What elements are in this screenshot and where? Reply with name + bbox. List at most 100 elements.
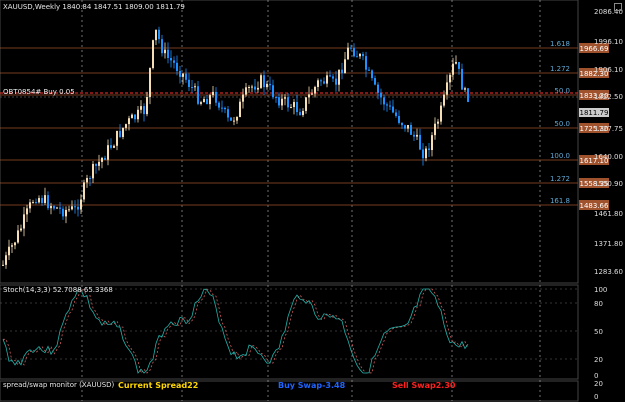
candle-body (74, 206, 76, 208)
stoch-axis-label: 0 (594, 372, 598, 380)
candle-body (248, 86, 250, 88)
candle-body (431, 135, 433, 151)
candle-body (344, 59, 346, 74)
candle-body (356, 56, 358, 58)
candle-body (185, 73, 187, 80)
candle-body (326, 75, 328, 84)
candle-body (110, 145, 112, 148)
candle-body (317, 80, 319, 87)
spread-axis-label: 20 (594, 380, 603, 388)
candle-body (188, 79, 190, 88)
candle-body (98, 161, 100, 166)
candle-body (296, 101, 298, 113)
chart-title: XAUUSD,Weekly 1840.84 1847.51 1809.00 18… (3, 3, 185, 11)
candle-body (80, 199, 82, 210)
candle-body (86, 178, 88, 183)
candle-body (299, 112, 301, 116)
price-axis-label: 1822.50 (594, 93, 623, 101)
candle-body (182, 73, 184, 77)
price-axis-label: 1996.10 (594, 38, 623, 46)
candle-body (425, 148, 427, 159)
candle-body (398, 115, 400, 123)
candle-body (245, 87, 247, 95)
candle-body (410, 124, 412, 135)
candle-body (107, 145, 109, 160)
candle-body (458, 62, 460, 69)
candle-body (227, 109, 229, 118)
candle-body (239, 101, 241, 117)
candle-body (89, 178, 91, 180)
candle-body (323, 81, 325, 84)
chart-canvas[interactable]: 1.6181966.691.2721882.3050.01833.3050.01… (0, 0, 625, 402)
candle-body (236, 116, 238, 121)
candle-body (35, 202, 37, 204)
candle-body (329, 75, 331, 77)
price-axis-label: 1371.80 (594, 240, 623, 248)
candle-body (242, 94, 244, 102)
candle-body (158, 29, 160, 40)
candle-body (260, 75, 262, 88)
price-axis-label: 1461.80 (594, 210, 623, 218)
fib-ratio-label: 1.272 (550, 175, 570, 183)
candle-body (395, 112, 397, 116)
fib-ratio-label: 1.272 (550, 65, 570, 73)
candle-body (170, 57, 172, 61)
candle-body (347, 47, 349, 60)
candle-body (212, 91, 214, 96)
candle-body (38, 198, 40, 203)
fib-price-label: 1483.66 (580, 202, 609, 210)
candle-body (359, 53, 361, 57)
candle-body (464, 88, 466, 90)
order-label: OBT0854# Buy 0.05 (3, 88, 75, 96)
candle-body (230, 117, 232, 121)
candle-body (119, 130, 121, 137)
candle-body (59, 207, 61, 209)
candle-body (290, 107, 292, 109)
candle-body (305, 97, 307, 111)
candle-body (449, 74, 451, 83)
window-corner-icon[interactable] (614, 3, 622, 11)
stoch-axis-label: 50 (594, 328, 603, 336)
fib-ratio-label: 50.0 (554, 120, 570, 128)
candle-body (68, 209, 70, 211)
fib-price-label: 1966.69 (580, 45, 609, 53)
candle-body (446, 82, 448, 95)
candle-body (401, 122, 403, 126)
candle-body (113, 145, 115, 148)
candle-body (335, 78, 337, 85)
candle-body (416, 134, 418, 137)
candle-body (50, 206, 52, 209)
candle-body (404, 125, 406, 129)
candle-body (191, 87, 193, 89)
candle-body (341, 69, 343, 74)
price-axis-label: 1906.10 (594, 66, 623, 74)
candle-body (413, 134, 415, 137)
candle-body (272, 85, 274, 98)
candle-body (287, 97, 289, 108)
candle-body (116, 130, 118, 146)
candle-body (452, 63, 454, 75)
candle-body (302, 110, 304, 116)
candle-body (422, 149, 424, 159)
candle-body (41, 198, 43, 204)
candle-body (281, 98, 283, 106)
candle-body (419, 134, 421, 150)
candle-body (5, 255, 7, 265)
candle-body (437, 121, 439, 124)
candle-body (365, 56, 367, 70)
candle-body (140, 106, 142, 110)
candle-body (137, 109, 139, 120)
candle-body (161, 39, 163, 54)
candle-body (266, 83, 268, 88)
candle-body (167, 49, 169, 58)
candle-body (383, 97, 385, 105)
candle-body (173, 60, 175, 63)
spread-axis-label: 0 (594, 393, 598, 401)
candle-body (134, 114, 136, 120)
candle-body (77, 206, 79, 210)
fib-ratio-label: 1.618 (550, 40, 570, 48)
candle-body (428, 148, 430, 151)
candle-body (197, 86, 199, 104)
candle-body (131, 114, 133, 119)
candle-body (368, 69, 370, 71)
